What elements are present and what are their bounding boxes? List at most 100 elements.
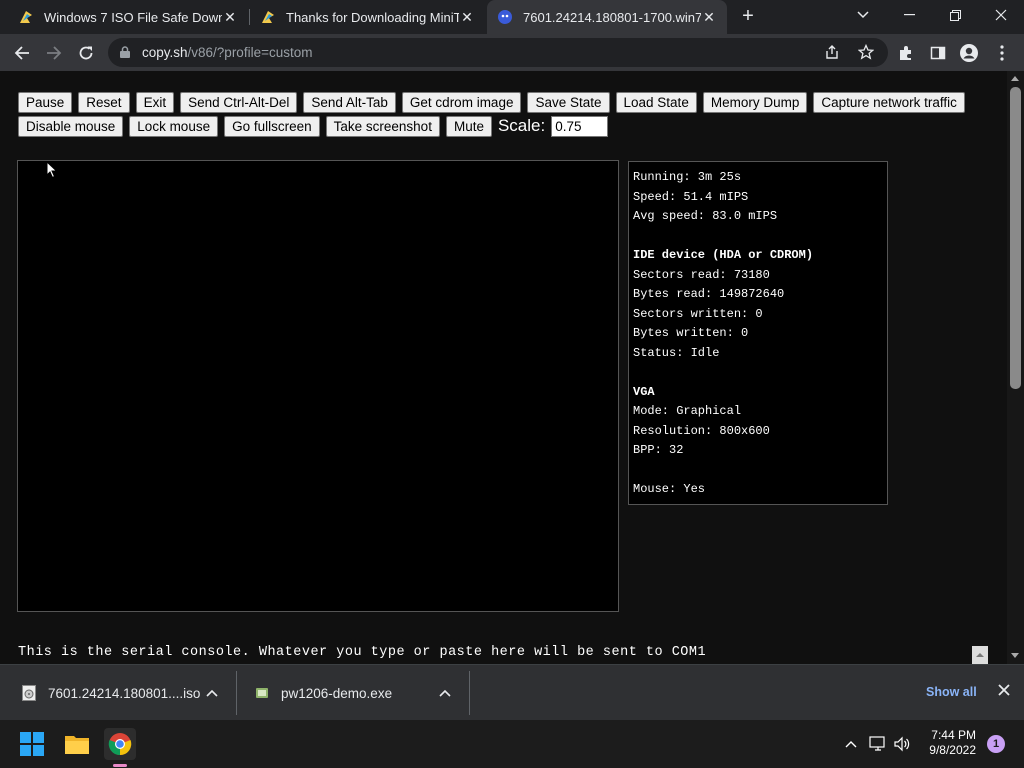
stats-line: Running: 3m 25s xyxy=(633,170,742,184)
scale-label: Scale: xyxy=(497,116,546,135)
v86-page: Pause Reset Exit Send Ctrl-Alt-Del Send Alt-… xyxy=(0,71,1007,664)
browser-menu-icon[interactable] xyxy=(991,42,1013,64)
reset-button[interactable]: Reset xyxy=(78,91,130,113)
serial-console-scrollbar[interactable] xyxy=(972,646,988,664)
stats-line: Avg speed: 83.0 mIPS xyxy=(633,209,778,223)
volume-icon[interactable] xyxy=(892,734,912,754)
browser-toolbar: copy.sh/v86/?profile=custom xyxy=(0,34,1024,71)
disable-mouse-button[interactable]: Disable mouse xyxy=(18,115,124,137)
emulator-stats-panel: Running: 3m 25s Speed: 51.4 mIPS Avg speed… xyxy=(628,161,888,505)
windows-taskbar: 7:44 PM 9/8/2022 1 xyxy=(0,720,1024,768)
v86-favicon-icon xyxy=(498,10,512,24)
download-bar: 7601.24214.180801....iso pw1206-demo.exe… xyxy=(0,664,1024,720)
download-divider xyxy=(236,671,237,715)
download-filename: pw1206-demo.exe xyxy=(281,685,393,701)
tab-close-icon[interactable]: ✕ xyxy=(701,9,717,25)
exe-file-icon xyxy=(256,688,268,698)
share-icon[interactable] xyxy=(822,42,842,62)
chevron-up-icon[interactable] xyxy=(439,686,453,700)
tab-thanks-minitool[interactable]: Thanks for Downloading MiniToo ✕ xyxy=(250,0,485,34)
get-cdrom-image-button[interactable]: Get cdrom image xyxy=(401,91,522,113)
lock-mouse-button[interactable]: Lock mouse xyxy=(129,115,219,137)
pause-button[interactable]: Pause xyxy=(18,91,73,113)
stats-line: Sectors read: 73180 xyxy=(633,267,770,282)
save-state-button[interactable]: Save State xyxy=(527,91,610,113)
send-ctrl-alt-del-button[interactable]: Send Ctrl-Alt-Del xyxy=(180,91,298,113)
close-download-bar-icon[interactable] xyxy=(998,683,1010,701)
bookmark-star-icon[interactable] xyxy=(856,42,876,62)
download-divider xyxy=(469,671,470,715)
stats-line: Mode: Graphical xyxy=(633,404,742,418)
stats-line: IDE device (HDA or CDROM) xyxy=(633,248,814,262)
address-bar[interactable]: copy.sh/v86/?profile=custom xyxy=(108,38,888,67)
profile-avatar-icon[interactable] xyxy=(958,42,980,64)
tab-windows7-iso[interactable]: Windows 7 ISO File Safe Downlo ✕ xyxy=(8,0,248,34)
url-host: copy.sh xyxy=(142,45,188,60)
stats-line: Mouse: Yes xyxy=(633,482,706,496)
url-text: copy.sh/v86/?profile=custom xyxy=(142,45,312,60)
forward-icon[interactable] xyxy=(41,40,67,66)
lock-icon xyxy=(120,46,130,58)
download-filename: 7601.24214.180801....iso xyxy=(48,685,201,701)
stats-line: Resolution: 800x600 xyxy=(633,423,770,438)
scrollbar-thumb[interactable] xyxy=(1010,87,1021,389)
show-all-downloads-link[interactable]: Show all xyxy=(926,685,977,699)
minitool-favicon-icon xyxy=(262,11,274,23)
scroll-down-icon[interactable] xyxy=(1011,653,1019,658)
tab-strip: Windows 7 ISO File Safe Downlo ✕ Thanks … xyxy=(0,0,1024,34)
tab-search-icon[interactable] xyxy=(840,0,886,30)
stats-line xyxy=(633,227,883,247)
exit-button[interactable]: Exit xyxy=(135,91,175,113)
take-screenshot-button[interactable]: Take screenshot xyxy=(325,115,440,137)
minimize-icon[interactable] xyxy=(886,0,932,30)
tab-v86-active[interactable]: 7601.24214.180801-1700.win7sp ✕ xyxy=(487,0,727,34)
capture-network-traffic-button[interactable]: Capture network traffic xyxy=(813,91,965,113)
stats-line xyxy=(633,461,883,481)
serial-console[interactable]: This is the serial console. Whatever you… xyxy=(18,645,706,660)
file-explorer-icon[interactable] xyxy=(61,728,93,760)
back-icon[interactable] xyxy=(9,40,35,66)
stats-line: Sectors written: 0 xyxy=(633,306,763,321)
memory-dump-button[interactable]: Memory Dump xyxy=(702,91,808,113)
controls-row-2: Disable mouse Lock mouse Go fullscreen Take… xyxy=(18,114,998,138)
new-tab-button[interactable]: + xyxy=(737,5,759,27)
reload-icon[interactable] xyxy=(73,40,99,66)
load-state-button[interactable]: Load State xyxy=(615,91,697,113)
scale-input[interactable]: 0.75 xyxy=(551,115,609,137)
extensions-icon[interactable] xyxy=(895,42,917,64)
stats-line: Bytes read: 149872640 xyxy=(633,287,785,301)
mute-button[interactable]: Mute xyxy=(445,115,492,137)
download-item-exe[interactable]: pw1206-demo.exe xyxy=(255,665,465,721)
mouse-pointer-icon xyxy=(46,161,58,179)
tray-chevron-up-icon[interactable] xyxy=(841,734,861,754)
download-item-iso[interactable]: 7601.24214.180801....iso xyxy=(22,665,232,721)
emulator-controls: Pause Reset Exit Send Ctrl-Alt-Del Send Alt-… xyxy=(18,90,998,138)
side-panel-icon[interactable] xyxy=(927,42,949,64)
chevron-up-icon[interactable] xyxy=(206,686,220,700)
tab-title: Thanks for Downloading MiniToo xyxy=(286,9,459,25)
taskbar-clock[interactable]: 7:44 PM 9/8/2022 xyxy=(928,728,976,758)
tab-title: 7601.24214.180801-1700.win7sp xyxy=(523,9,701,25)
tab-close-icon[interactable]: ✕ xyxy=(459,9,475,25)
iso-file-icon xyxy=(22,685,36,701)
stats-line: VGA xyxy=(633,384,655,399)
close-window-icon[interactable] xyxy=(978,0,1024,30)
page-scrollbar[interactable] xyxy=(1007,71,1024,664)
emulator-screen[interactable] xyxy=(17,160,619,612)
stats-line: Speed: 51.4 mIPS xyxy=(633,189,749,204)
notification-badge[interactable]: 1 xyxy=(987,735,1005,753)
start-windows-icon[interactable] xyxy=(16,728,48,760)
tab-close-icon[interactable]: ✕ xyxy=(222,9,238,25)
controls-row-1: Pause Reset Exit Send Ctrl-Alt-Del Send Alt-… xyxy=(18,90,998,114)
send-alt-tab-button[interactable]: Send Alt-Tab xyxy=(303,91,396,113)
desktop: Windows 7 ISO File Safe Downlo ✕ Thanks … xyxy=(0,0,1024,768)
network-icon[interactable] xyxy=(868,734,888,754)
stats-line: Status: Idle xyxy=(633,345,720,360)
chrome-taskbar-icon[interactable] xyxy=(104,728,136,760)
active-app-indicator xyxy=(113,764,127,767)
scroll-up-icon[interactable] xyxy=(1011,76,1019,81)
go-fullscreen-button[interactable]: Go fullscreen xyxy=(224,115,320,137)
url-path: /v86/?profile=custom xyxy=(187,45,313,60)
stats-line xyxy=(633,363,883,383)
restore-icon[interactable] xyxy=(932,0,978,30)
